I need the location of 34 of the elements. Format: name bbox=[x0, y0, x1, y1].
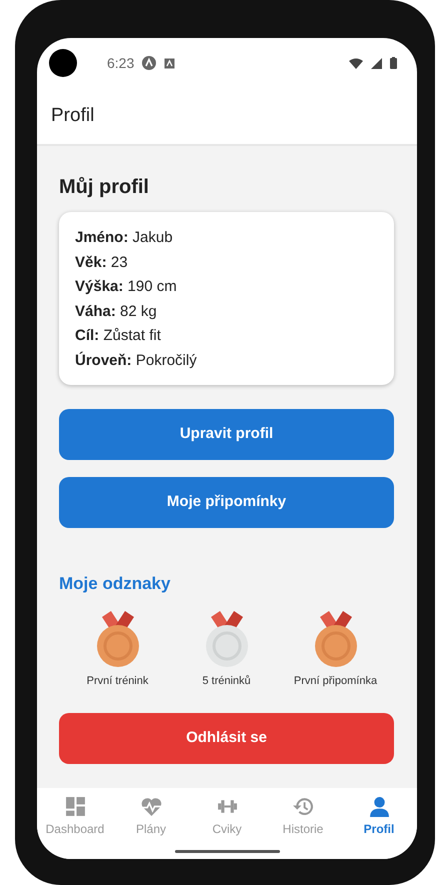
person-icon bbox=[368, 796, 390, 817]
medal-icon bbox=[96, 610, 138, 666]
badge-label: První připomínka bbox=[294, 674, 378, 688]
profile-field: Váha: 82 kg bbox=[75, 300, 378, 324]
action-button[interactable]: Moje připomínky bbox=[59, 477, 394, 528]
wifi-icon bbox=[349, 58, 363, 68]
section-heading: Můj profil bbox=[59, 175, 150, 200]
nav-tab[interactable]: Profil bbox=[341, 796, 417, 850]
nav-tab[interactable]: Plány bbox=[113, 796, 189, 850]
battery-icon bbox=[390, 57, 397, 69]
history-icon bbox=[292, 796, 314, 817]
camera-hole bbox=[49, 49, 77, 77]
nav-tab[interactable]: Cviky bbox=[189, 796, 265, 850]
section-heading: Moje odznaky bbox=[59, 573, 172, 595]
nav-tab[interactable]: Dashboard bbox=[37, 796, 113, 850]
screen-title: Profil bbox=[51, 104, 94, 128]
heart-pulse-icon bbox=[140, 796, 162, 817]
nav-tab[interactable]: Historie bbox=[265, 796, 341, 850]
status-app-icon bbox=[142, 56, 156, 70]
medal-icon bbox=[206, 610, 248, 666]
logout-button[interactable]: Odhlásit se bbox=[59, 713, 394, 764]
status-notification-icon bbox=[164, 58, 176, 68]
dashboard-icon bbox=[64, 796, 86, 817]
profile-field: Výška: 190 cm bbox=[75, 275, 378, 300]
profile-field: Úroveň: Pokročilý bbox=[75, 348, 378, 373]
action-button[interactable]: Upravit profil bbox=[59, 409, 394, 460]
badge-label: 5 tréninků bbox=[202, 674, 251, 688]
medal-icon bbox=[314, 610, 356, 666]
profile-field: Věk: 23 bbox=[75, 250, 378, 275]
status-time: 6:23 bbox=[107, 54, 134, 72]
profile-field: Cíl: Zůstat fit bbox=[75, 324, 378, 348]
profile-field: Jméno: Jakub bbox=[75, 226, 378, 250]
signal-icon bbox=[371, 58, 382, 68]
badge-label: První trénink bbox=[86, 674, 148, 688]
